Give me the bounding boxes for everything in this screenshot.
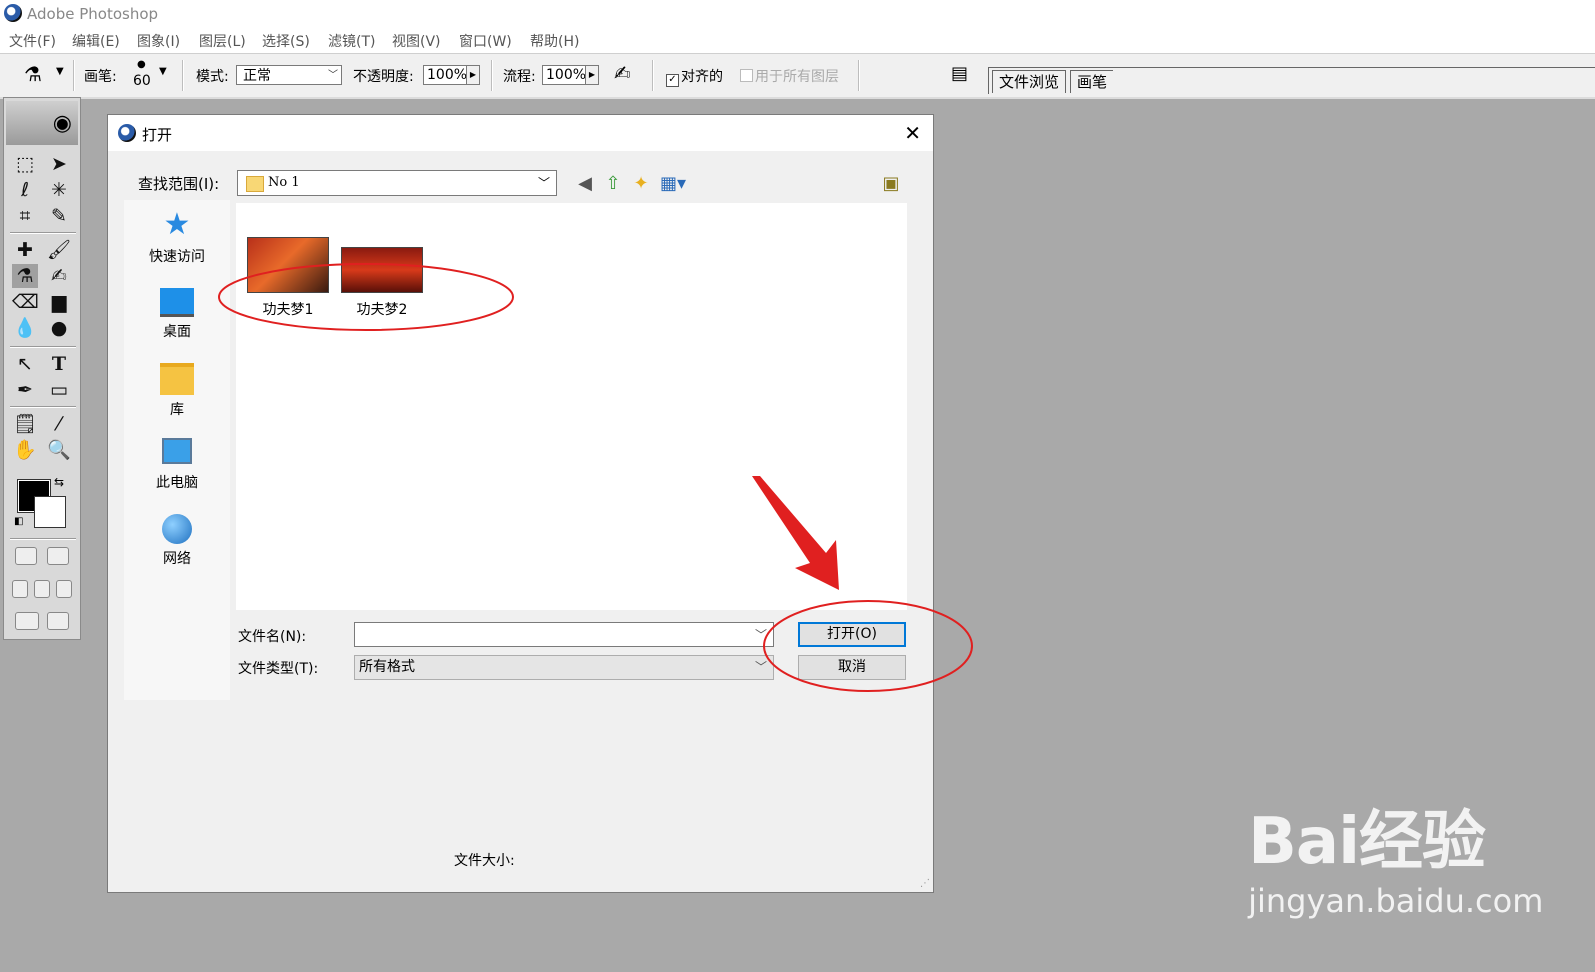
watermark-url: jingyan.baidu.com [1248, 882, 1544, 920]
highlight-ellipse-open-button [763, 600, 973, 692]
watermark-brand: Bai经验 [1248, 805, 1486, 879]
arrow-pointer-icon [752, 476, 839, 590]
baidu-watermark: Bai经验 jingyan.baidu.com [1248, 790, 1543, 920]
highlight-ellipse-files [218, 263, 514, 331]
